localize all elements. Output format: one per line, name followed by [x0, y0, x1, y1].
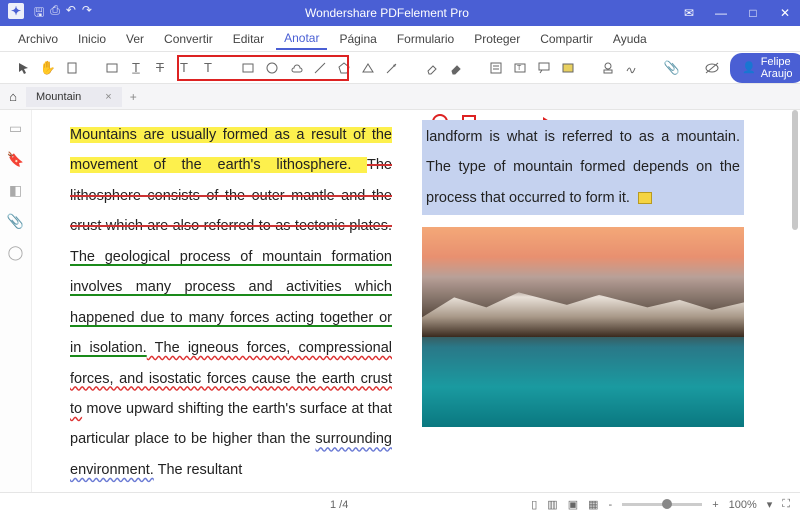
document-tab[interactable]: Mountain × [26, 87, 122, 107]
menu-anotar[interactable]: Anotar [276, 28, 327, 50]
app-title: Wondershare PDFelement Pro [100, 6, 674, 20]
new-tab-icon[interactable]: + [122, 90, 145, 104]
textbox-icon[interactable]: T [510, 58, 530, 78]
strike-tool-icon[interactable]: T [150, 58, 170, 78]
vertical-scrollbar[interactable] [792, 110, 798, 230]
highlight-tool-icon[interactable] [102, 58, 122, 78]
app-logo-icon: ✦ [8, 3, 24, 19]
menu-editar[interactable]: Editar [225, 29, 272, 49]
shapes-group [232, 58, 408, 78]
menu-ayuda[interactable]: Ayuda [605, 29, 655, 49]
annotate-toolbar: ✋ T̲ T T T T 📎 👤 [0, 52, 800, 84]
select-tool-icon[interactable] [14, 58, 34, 78]
document-tab-bar: ⌂ Mountain × + [0, 84, 800, 110]
zoom-dropdown-icon[interactable]: ▾ [767, 498, 773, 511]
svg-text:T: T [517, 65, 522, 72]
eraser-icon[interactable] [422, 58, 442, 78]
zoom-in-icon[interactable]: + [712, 499, 718, 511]
workspace: ▭ 🔖 ◧ 📎 ◯ Mountains are usually formed a… [0, 110, 800, 492]
hide-annotations-icon[interactable] [702, 58, 722, 78]
maximize-icon[interactable]: □ [738, 6, 768, 20]
menu-convertir[interactable]: Convertir [156, 29, 221, 49]
redo-icon[interactable]: ↷ [82, 3, 92, 24]
tab-label: Mountain [36, 91, 81, 103]
rectangle-shape-icon[interactable] [238, 58, 258, 78]
thumbnails-icon[interactable]: ▭ [9, 120, 22, 137]
view-single-icon[interactable]: ▯ [531, 498, 537, 511]
menu-ver[interactable]: Ver [118, 29, 152, 49]
textselect-tool-icon[interactable] [62, 58, 82, 78]
user-avatar-icon: 👤 [742, 61, 756, 74]
sticky-note-icon[interactable] [638, 192, 652, 204]
page-indicator[interactable]: 1 /4 [330, 499, 348, 511]
menu-inicio[interactable]: Inicio [70, 29, 114, 49]
circle-shape-icon[interactable] [262, 58, 282, 78]
note-icon[interactable] [486, 58, 506, 78]
status-bar: 1 /4 ▯ ▥ ▣ ▦ - + 100% ▾ ⛶ [0, 492, 800, 516]
menu-compartir[interactable]: Compartir [532, 29, 601, 49]
box-text: landform is what is referred to as a mou… [426, 129, 740, 206]
menu-archivo[interactable]: Archivo [10, 29, 66, 49]
save-icon[interactable]: 🖫 [34, 3, 44, 24]
menu-formulario[interactable]: Formulario [389, 29, 462, 49]
attachments-panel-icon[interactable]: 📎 [7, 213, 24, 230]
zoom-out-icon[interactable]: - [609, 499, 613, 511]
text-column-2: landform is what is referred to as a mou… [422, 120, 744, 485]
undo-icon[interactable]: ↶ [66, 3, 76, 24]
menu-pagina[interactable]: Página [331, 29, 384, 49]
highlighted-text[interactable]: Mountains are usually formed as a result… [70, 127, 392, 173]
squiggle-tool-icon[interactable]: T [174, 58, 194, 78]
bookmarks-icon[interactable]: 🔖 [7, 151, 24, 168]
stamp-icon[interactable] [598, 58, 618, 78]
underline-tool-icon[interactable]: T̲ [126, 58, 146, 78]
comments-icon[interactable]: ◯ [8, 244, 24, 261]
triangle-shape-icon[interactable] [358, 58, 378, 78]
cloud-shape-icon[interactable] [286, 58, 306, 78]
fullscreen-icon[interactable]: ⛶ [782, 498, 790, 511]
print-icon[interactable]: ⎙ [50, 3, 60, 24]
user-button[interactable]: 👤 Felipe Araujo [730, 53, 800, 83]
layers-icon[interactable]: ◧ [9, 182, 22, 199]
eraser2-icon[interactable] [446, 58, 466, 78]
caret-tool-icon[interactable]: T [198, 58, 218, 78]
view-continuous-icon[interactable]: ▥ [547, 498, 557, 511]
view-dual-icon[interactable]: ▦ [588, 498, 598, 511]
close-icon[interactable]: ✕ [770, 6, 800, 20]
menu-proteger[interactable]: Proteger [466, 29, 528, 49]
user-name: Felipe Araujo [761, 56, 793, 80]
notify-icon[interactable]: ✉ [674, 6, 704, 20]
polygon-shape-icon[interactable] [334, 58, 354, 78]
text-column-1: Mountains are usually formed as a result… [70, 120, 392, 485]
zoom-value[interactable]: 100% [729, 499, 757, 511]
minimize-icon[interactable]: ― [706, 6, 736, 20]
zoom-slider[interactable] [622, 503, 702, 506]
document-canvas[interactable]: Mountains are usually formed as a result… [32, 110, 800, 492]
attachment-icon[interactable]: 📎 [662, 58, 682, 78]
menu-bar: Archivo Inicio Ver Convertir Editar Anot… [0, 26, 800, 52]
signature-icon[interactable] [622, 58, 642, 78]
arrow-shape-icon[interactable] [382, 58, 402, 78]
left-sidebar: ▭ 🔖 ◧ 📎 ◯ [0, 110, 32, 492]
home-tab-icon[interactable]: ⌂ [0, 89, 26, 104]
line-shape-icon[interactable] [310, 58, 330, 78]
callout-icon[interactable] [534, 58, 554, 78]
title-bar: ✦ 🖫 ⎙ ↶ ↷ Wondershare PDFelement Pro ✉ ―… [0, 0, 800, 26]
mountain-image [422, 227, 744, 427]
area-highlight-box[interactable]: landform is what is referred to as a mou… [422, 120, 744, 215]
area-highlight-icon[interactable] [558, 58, 578, 78]
hand-tool-icon[interactable]: ✋ [38, 58, 58, 78]
tab-close-icon[interactable]: × [105, 91, 111, 103]
view-facing-icon[interactable]: ▣ [568, 498, 578, 511]
plain-text-2[interactable]: The resultant [154, 462, 242, 478]
